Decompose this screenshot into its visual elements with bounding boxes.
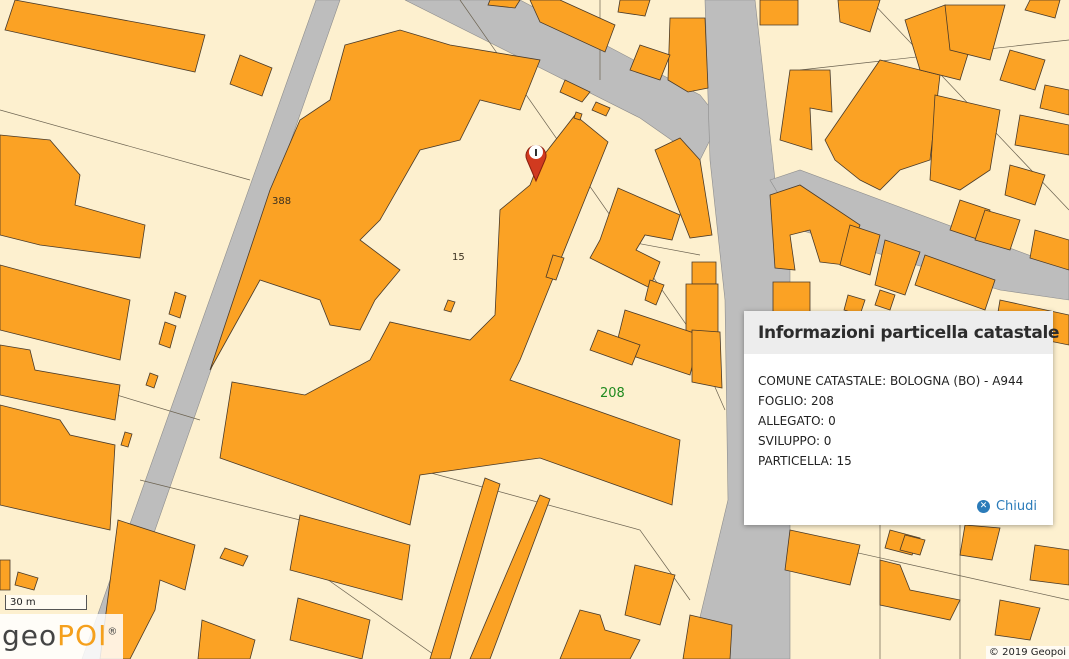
scale-label: 30 m — [10, 597, 36, 608]
info-sviluppo: SVILUPPO: 0 — [758, 434, 832, 448]
close-label: Chiudi — [995, 499, 1037, 514]
close-button[interactable]: ✕ Chiudi — [976, 499, 1037, 514]
popup-title: Informazioni particella catastale — [758, 322, 1060, 343]
geopoi-logo: geoPOI® — [0, 614, 123, 659]
info-comune: COMUNE CATASTALE: BOLOGNA (BO) - A944 — [758, 374, 1024, 388]
logo-suffix: POI — [57, 619, 108, 652]
scale-bar: 30 m — [5, 595, 87, 610]
popup-body: COMUNE CATASTALE: BOLOGNA (BO) - A944 FO… — [744, 354, 1053, 471]
info-allegato: ALLEGATO: 0 — [758, 414, 836, 428]
parcel-info-popup: Informazioni particella catastale COMUNE… — [744, 311, 1060, 525]
logo-prefix: geo — [2, 619, 58, 652]
info-particella: PARTICELLA: 15 — [758, 454, 852, 468]
marker-info-glyph: I — [534, 148, 538, 159]
parcel-label-15: 15 — [452, 252, 465, 263]
close-icon: ✕ — [976, 500, 990, 513]
logo-mark: ® — [107, 626, 119, 638]
sheet-label: 208 — [600, 386, 625, 401]
popup-header: Informazioni particella catastale — [744, 311, 1060, 354]
parcel-label-388: 388 — [272, 196, 291, 207]
map-attribution: © 2019 Geopoi — [985, 646, 1069, 659]
info-foglio: FOGLIO: 208 — [758, 394, 834, 408]
